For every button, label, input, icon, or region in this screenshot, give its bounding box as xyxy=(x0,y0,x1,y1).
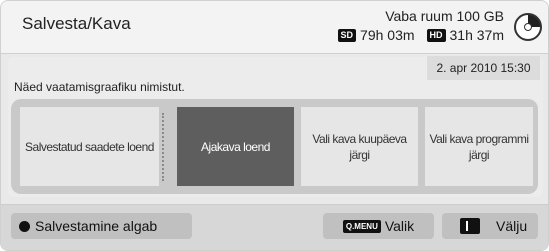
disc-usage-icon xyxy=(514,13,542,41)
menu-item-label: Salvestatud saadete loend xyxy=(25,139,154,154)
notice-text: Näed vaatamisgraafiku nimistut. xyxy=(14,80,185,94)
select-button[interactable]: Q.MENU Valik xyxy=(323,213,434,239)
menu-item-schedule-list[interactable]: Ajakava loend xyxy=(177,107,294,186)
dotted-divider xyxy=(162,113,164,181)
page-title: Salvesta/Kava xyxy=(22,14,131,33)
qmenu-key-icon: Q.MENU xyxy=(342,219,381,233)
free-space-label: Vaba ruum 100 GB xyxy=(385,8,504,24)
record-start-button[interactable]: Salvestamine algab xyxy=(11,213,192,239)
menu-item-label: Ajakava loend xyxy=(201,139,270,154)
menu-item-label: Vali kava kuupäeva järgi xyxy=(312,131,407,162)
header-bar: Salvesta/Kava Vaba ruum 100 GB SD 79h 03… xyxy=(1,1,548,54)
recording-schedule-window: Salvesta/Kava Vaba ruum 100 GB SD 79h 03… xyxy=(0,0,549,251)
hd-time: 31h 37m xyxy=(449,27,504,43)
remaining-time-row: SD 79h 03m HD 31h 37m xyxy=(337,27,504,43)
menu-item-by-program[interactable]: Vali kava programmi järgi xyxy=(425,107,533,186)
current-datetime: 2. apr 2010 15:30 xyxy=(427,56,540,80)
exit-key-icon xyxy=(460,218,480,234)
menu-item-recorded-list[interactable]: Salvestatud saadete loend xyxy=(20,107,159,186)
footer-bar: Salvestamine algab Q.MENU Valik Välju xyxy=(1,204,548,250)
menu-item-label: Vali kava programmi järgi xyxy=(429,131,529,162)
record-dot-icon xyxy=(19,221,30,232)
select-label: Valik xyxy=(384,218,415,234)
record-label: Salvestamine algab xyxy=(35,218,158,234)
sd-time: 79h 03m xyxy=(360,27,415,43)
menu-item-by-date[interactable]: Vali kava kuupäeva järgi xyxy=(301,107,418,186)
menu-panel: Salvestatud saadete loend Ajakava loend … xyxy=(11,99,538,194)
sd-badge: SD xyxy=(337,28,357,42)
hd-badge: HD xyxy=(426,28,446,42)
exit-button[interactable]: Välju xyxy=(442,213,538,239)
exit-label: Välju xyxy=(496,218,528,234)
